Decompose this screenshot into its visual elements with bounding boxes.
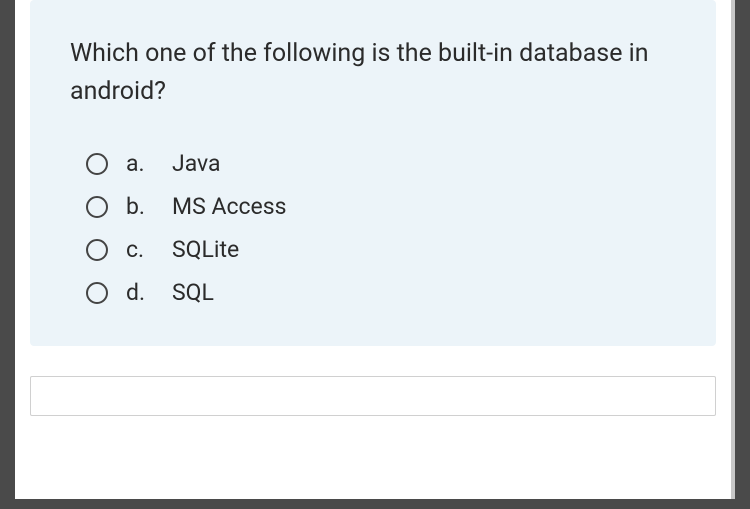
option-letter: c. [126, 236, 154, 263]
option-label: MS Access [172, 193, 286, 220]
option-label: SQLite [172, 236, 239, 263]
option-row-c[interactable]: c. SQLite [86, 236, 676, 263]
option-label: Java [172, 150, 221, 177]
option-row-d[interactable]: d. SQL [86, 279, 676, 306]
option-letter: d. [126, 279, 154, 306]
option-letter: a. [126, 150, 154, 177]
next-card-placeholder [30, 376, 716, 416]
radio-option-d[interactable] [86, 282, 108, 304]
option-label: SQL [172, 279, 214, 306]
radio-option-b[interactable] [86, 196, 108, 218]
question-card: Which one of the following is the built-… [30, 0, 716, 346]
radio-option-a[interactable] [86, 153, 108, 175]
options-list: a. Java b. MS Access c. SQLite d. SQL [70, 150, 676, 306]
radio-option-c[interactable] [86, 239, 108, 261]
option-letter: b. [126, 193, 154, 220]
option-row-a[interactable]: a. Java [86, 150, 676, 177]
question-text: Which one of the following is the built-… [70, 35, 676, 110]
page-frame: Which one of the following is the built-… [15, 0, 735, 499]
option-row-b[interactable]: b. MS Access [86, 193, 676, 220]
